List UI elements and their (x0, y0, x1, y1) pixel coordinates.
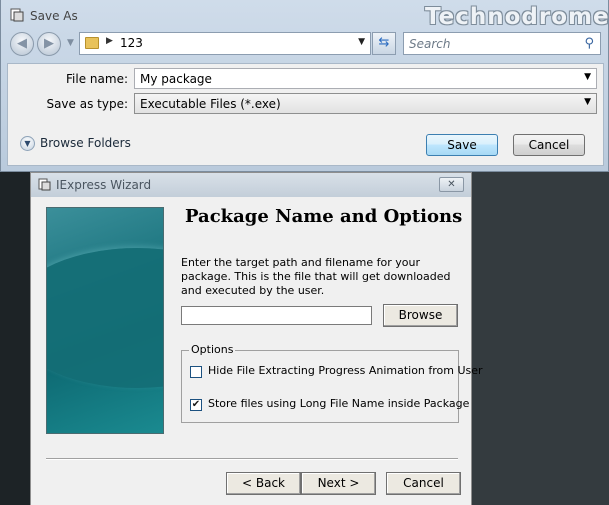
iexpress-wizard-dialog: IExpress Wizard ✕ Package Name and Optio… (30, 172, 483, 505)
wizard-side-image (46, 207, 164, 434)
back-button[interactable]: ◀ (10, 32, 34, 56)
file-name-dropdown-icon[interactable]: ▼ (584, 72, 591, 82)
watermark: Technodrome (425, 4, 609, 30)
cancel-button[interactable]: Cancel (386, 472, 461, 495)
page-title: Package Name and Options (185, 206, 463, 227)
address-bar[interactable]: ▶ 123 ▼ (79, 32, 371, 55)
file-name-field[interactable]: My package ▼ (134, 68, 597, 89)
app-icon (10, 8, 24, 22)
side-image-arc (47, 248, 163, 388)
address-path[interactable]: 123 (120, 36, 143, 50)
recent-pages-chevron-icon[interactable]: ▼ (67, 38, 74, 48)
close-icon: ✕ (447, 179, 456, 190)
refresh-icon: ⇆ (378, 35, 390, 50)
save-as-type-select[interactable]: Executable Files (*.exe) ▼ (134, 93, 597, 114)
save-as-dialog: Save As Technodrome ◀ ▶ ▼ ▶ 123 ▼ ⇆ Sear… (0, 0, 609, 172)
next-button[interactable]: Next > (301, 472, 376, 495)
save-as-title: Save As (30, 9, 78, 23)
magnifier-icon[interactable]: ⚲ (584, 36, 594, 51)
close-button[interactable]: ✕ (439, 177, 464, 192)
file-name-label: File name: (66, 72, 128, 86)
app-icon (38, 178, 51, 191)
options-group: Options Hide File Extracting Progress An… (181, 343, 483, 423)
address-dropdown-icon[interactable]: ▼ (358, 37, 365, 47)
breadcrumb-arrow-icon[interactable]: ▶ (106, 36, 113, 46)
desktop-background-right (472, 170, 609, 505)
browse-folders-label: Browse Folders (40, 136, 131, 150)
forward-arrow-icon: ▶ (44, 36, 54, 51)
wizard-body: Package Name and Options Enter the targe… (31, 197, 483, 505)
file-name-value: My package (140, 72, 212, 86)
refresh-button[interactable]: ⇆ (372, 32, 396, 55)
folder-icon (85, 37, 99, 49)
save-as-type-dropdown-icon[interactable]: ▼ (584, 97, 591, 107)
save-as-titlebar[interactable]: Save As Technodrome (1, 0, 609, 30)
save-as-type-value: Executable Files (*.exe) (140, 97, 281, 111)
wizard-titlebar[interactable]: IExpress Wizard ✕ (31, 173, 471, 197)
wizard-title: IExpress Wizard (56, 178, 152, 192)
forward-button[interactable]: ▶ (37, 32, 61, 56)
back-button[interactable]: < Back (226, 472, 301, 495)
search-placeholder: Search (409, 37, 451, 51)
search-input[interactable]: Search ⚲ (403, 32, 601, 55)
browse-button[interactable]: Browse (383, 304, 458, 327)
options-legend: Options (189, 343, 236, 356)
long-file-name-checkbox[interactable]: ✔ (190, 399, 202, 411)
hide-progress-label: Hide File Extracting Progress Animation … (208, 364, 483, 377)
hide-progress-checkbox[interactable] (190, 366, 202, 378)
save-as-panel: File name: My package ▼ Save as type: Ex… (7, 63, 604, 166)
back-arrow-icon: ◀ (17, 36, 27, 51)
package-path-input[interactable] (181, 306, 372, 325)
save-button[interactable]: Save (426, 134, 498, 156)
save-as-type-label: Save as type: (46, 97, 128, 111)
wizard-description: Enter the target path and filename for y… (181, 256, 451, 297)
long-file-name-label: Store files using Long File Name inside … (208, 397, 470, 410)
cancel-button[interactable]: Cancel (513, 134, 585, 156)
separator (46, 458, 458, 460)
chevron-down-icon: ▼ (20, 136, 35, 151)
